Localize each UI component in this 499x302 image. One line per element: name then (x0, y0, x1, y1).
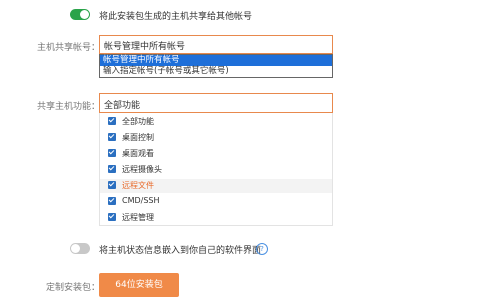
checkbox-checked-icon[interactable] (108, 149, 116, 157)
checkbox-row-desktop-view[interactable]: 桌面观看 (100, 147, 332, 161)
checkbox-checked-icon[interactable] (108, 165, 116, 173)
host-share-account-dropdown: 帐号管理中所有帐号 输入指定帐号(子帐号或其它帐号) (99, 54, 333, 78)
embed-status-toggle[interactable] (70, 243, 90, 254)
checkbox-label: 桌面观看 (122, 149, 154, 158)
checkbox-row-remote-camera[interactable]: 远程摄像头 (100, 163, 332, 177)
checkbox-checked-icon[interactable] (108, 213, 116, 221)
share-host-toggle[interactable] (70, 9, 90, 20)
checkbox-label: CMD/SSH (122, 196, 160, 205)
shared-functions-checklist: 全部功能 桌面控制 桌面观看 远程摄像头 远程文件 CMD/SSH 远程管理 (99, 113, 333, 226)
dropdown-option-specified-account[interactable]: 输入指定帐号(子帐号或其它帐号) (100, 66, 332, 77)
question-circle-icon[interactable]: ? (256, 243, 268, 255)
host-share-account-select[interactable]: 帐号管理中所有帐号 (99, 35, 333, 54)
shared-functions-select[interactable]: 全部功能 (99, 93, 333, 113)
checkbox-checked-icon[interactable] (108, 197, 116, 205)
dropdown-option-all-accounts[interactable]: 帐号管理中所有帐号 (100, 55, 332, 66)
download-64bit-button[interactable]: 64位安装包 (99, 273, 179, 297)
checkbox-row-desktop-control[interactable]: 桌面控制 (100, 131, 332, 145)
custom-package-label: 定制安装包： (45, 283, 100, 293)
embed-status-toggle-label: 将主机状态信息嵌入到你自己的软件界面 (99, 246, 262, 256)
checkbox-checked-icon[interactable] (108, 181, 116, 189)
checkbox-label: 远程管理 (122, 213, 154, 222)
checkbox-row-cmd-ssh[interactable]: CMD/SSH (100, 195, 332, 209)
host-share-account-value: 帐号管理中所有帐号 (104, 42, 186, 52)
checkbox-row-remote-management[interactable]: 远程管理 (100, 211, 332, 225)
checkbox-row-remote-files[interactable]: 远程文件 (100, 179, 332, 193)
checkbox-label: 桌面控制 (122, 133, 154, 142)
checkbox-row-all-functions[interactable]: 全部功能 (100, 115, 332, 129)
checkbox-label: 远程摄像头 (122, 165, 162, 174)
checkbox-label: 远程文件 (122, 181, 154, 190)
checkbox-checked-icon[interactable] (108, 133, 116, 141)
host-share-account-label: 主机共享帐号： (36, 43, 100, 53)
shared-functions-value: 全部功能 (104, 101, 141, 111)
checkbox-label: 全部功能 (122, 117, 154, 126)
checkbox-checked-icon[interactable] (108, 117, 116, 125)
share-host-toggle-label: 将此安装包生成的主机共享给其他帐号 (99, 12, 253, 22)
shared-functions-label: 共享主机功能： (36, 102, 100, 112)
